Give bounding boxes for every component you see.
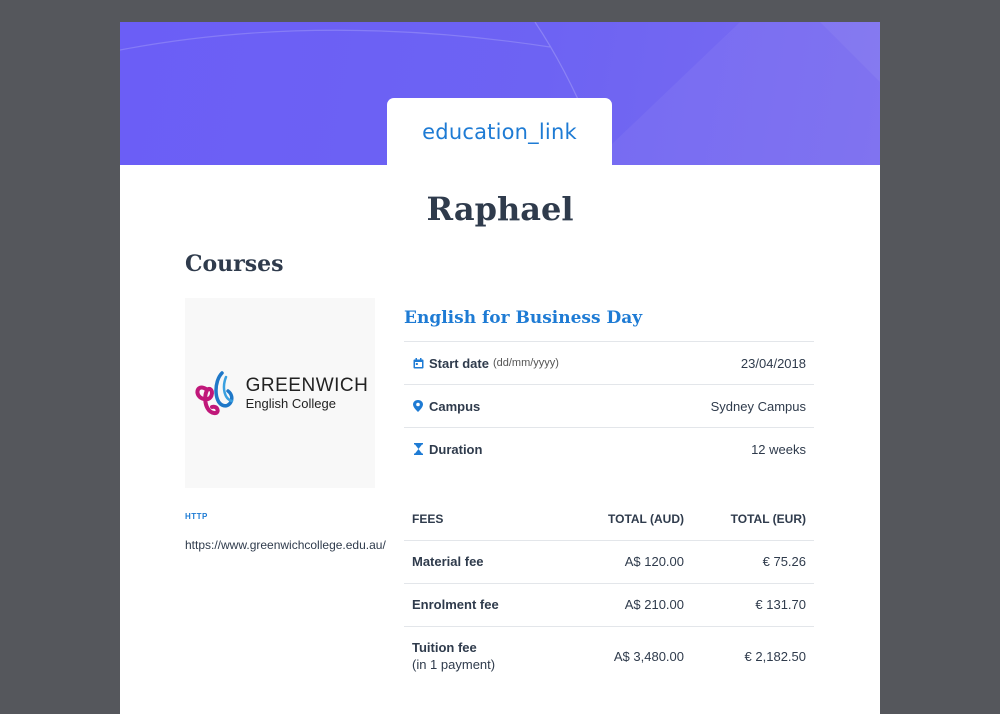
quote-page: education_link Raphael Courses GREENWICH… — [120, 22, 880, 714]
detail-row-start-date: Start date (dd/mm/yyyy) 23/04/2018 — [404, 341, 814, 384]
hourglass-icon — [412, 443, 424, 455]
fees-column-header: FEES — [404, 499, 554, 541]
course-title: English for Business Day — [404, 308, 643, 328]
fee-name-cell: Tuition fee (in 1 payment) — [404, 626, 554, 686]
detail-label-duration: Duration — [429, 441, 483, 457]
map-pin-icon — [412, 400, 424, 412]
fee-aud: A$ 120.00 — [554, 540, 684, 584]
detail-label-campus: Campus — [429, 398, 481, 414]
detail-row-campus: Campus Sydney Campus — [404, 384, 814, 427]
duration-value: 12 weeks — [751, 441, 806, 457]
course-details: Start date (dd/mm/yyyy) 23/04/2018 Campu… — [404, 341, 814, 470]
fees-header-row: FEES TOTAL (AUD) TOTAL (EUR) — [404, 499, 814, 541]
student-name: Raphael — [426, 190, 574, 228]
header-banner: education_link — [120, 22, 880, 165]
fee-eur: € 75.26 — [684, 540, 814, 584]
link-label: HTTP — [185, 512, 208, 521]
fee-note: (in 1 payment) — [412, 657, 496, 673]
table-row: Material fee A$ 120.00 € 75.26 — [404, 540, 814, 584]
brand-logo-text: education_link — [422, 119, 577, 144]
fee-aud: A$ 210.00 — [554, 583, 684, 627]
start-date-value: 23/04/2018 — [740, 355, 806, 371]
fee-aud: A$ 3,480.00 — [613, 648, 684, 664]
calendar-icon — [412, 357, 424, 369]
total-eur-column-header: TOTAL (EUR) — [684, 499, 814, 541]
school-logo: GREENWICH English College — [185, 298, 375, 488]
total-aud-column-header: TOTAL (AUD) — [554, 499, 684, 541]
section-title: Courses — [185, 251, 284, 277]
school-logo-subtitle: English College — [245, 396, 336, 411]
date-format-hint: (dd/mm/yyyy) — [492, 357, 559, 369]
fee-name: Material fee — [404, 540, 554, 584]
detail-label-start-date: Start date — [429, 355, 489, 371]
school-website-link[interactable]: https://www.greenwichcollege.edu.au/ — [185, 538, 386, 552]
fee-name: Enrolment fee — [404, 583, 554, 627]
greenwich-mark-icon — [195, 371, 234, 416]
fee-eur: € 131.70 — [684, 583, 814, 627]
table-row: Enrolment fee A$ 210.00 € 131.70 — [404, 583, 814, 627]
campus-value: Sydney Campus — [710, 398, 806, 414]
fee-eur: € 2,182.50 — [744, 648, 806, 664]
table-row: Tuition fee (in 1 payment) A$ 3,480.00 €… — [404, 626, 814, 686]
fees-table: FEES TOTAL (AUD) TOTAL (EUR) Material fe… — [404, 499, 814, 686]
detail-row-duration: Duration 12 weeks — [404, 427, 814, 470]
school-logo-name: GREENWICH — [245, 375, 369, 396]
fee-name: Tuition fee — [412, 640, 477, 656]
brand-logo: education_link — [387, 98, 612, 165]
